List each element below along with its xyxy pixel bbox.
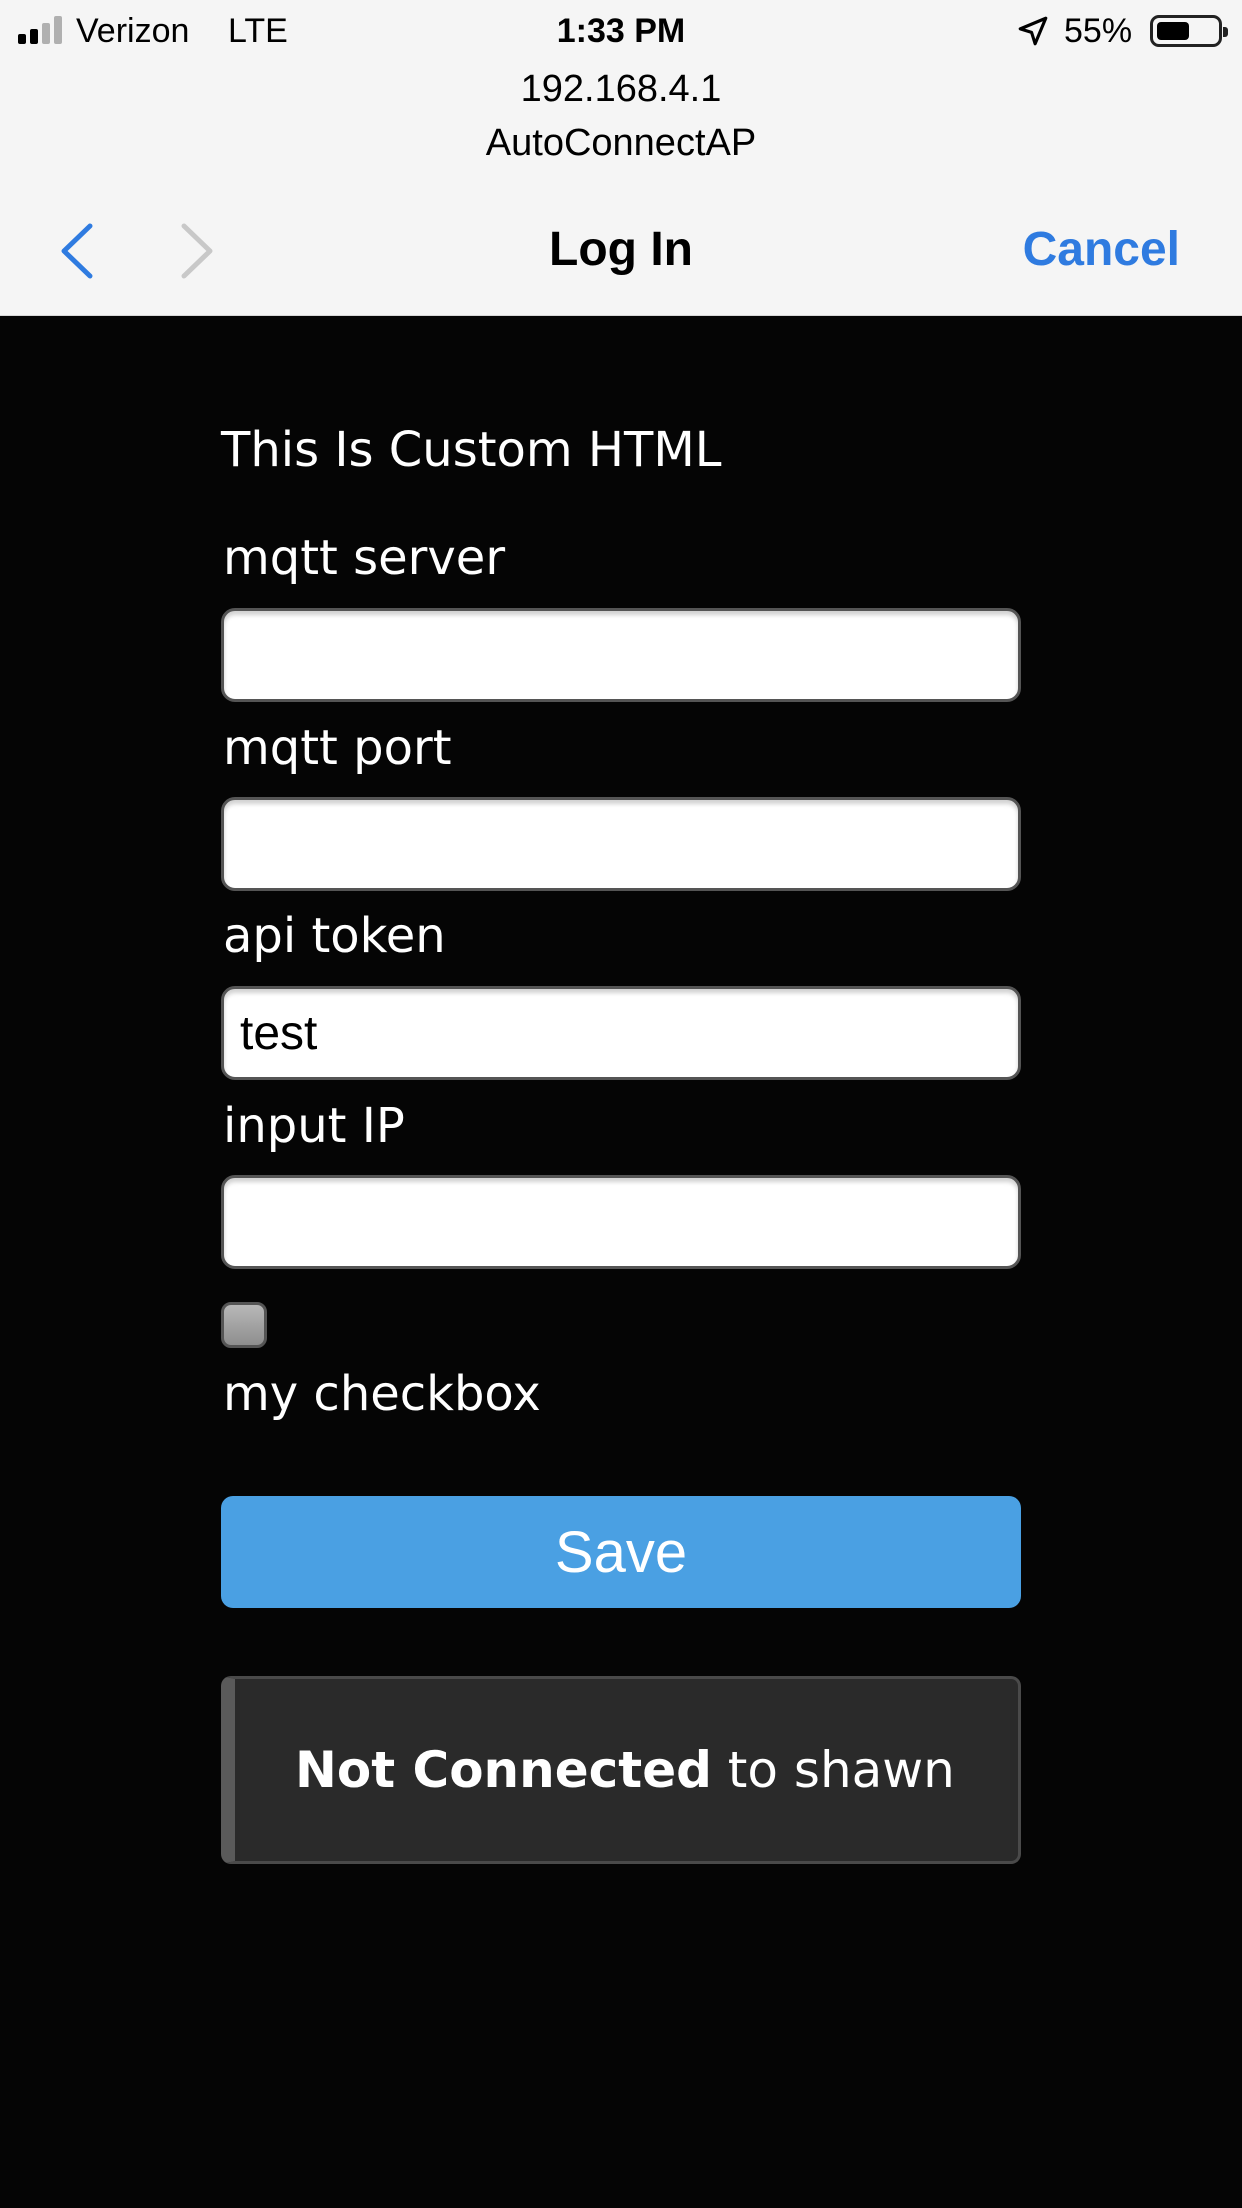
battery-fill [1157,22,1189,40]
my-checkbox-label: my checkbox [223,1366,541,1422]
cancel-button[interactable]: Cancel [1023,222,1180,277]
mqtt-port-label: mqtt port [223,720,452,776]
browser-chrome: Verizon LTE 1:33 PM 55% 192.168.4.1 Auto… [0,0,1242,316]
mqtt-server-label: mqtt server [223,530,506,586]
address-url[interactable]: 192.168.4.1 [0,68,1242,111]
my-checkbox[interactable] [221,1302,267,1348]
status-bar: Verizon LTE 1:33 PM 55% [0,0,1242,60]
battery-icon [1150,15,1228,47]
connection-status: Not Connected [295,1741,712,1799]
form-heading: This Is Custom HTML [221,422,722,478]
battery-percent: 55% [1064,12,1133,50]
api-token-input[interactable] [221,986,1021,1080]
site-name: AutoConnectAP [485,122,757,164]
mqtt-port-input[interactable] [221,797,1021,891]
input-ip-label: input IP [223,1098,405,1154]
status-time: 1:33 PM [556,12,686,50]
location-arrow-icon [1018,16,1048,46]
save-button[interactable]: Save [221,1496,1021,1608]
api-token-label: api token [223,908,446,964]
connection-target: to shawn [711,1741,955,1799]
mqtt-server-input[interactable] [221,608,1021,702]
connection-status-notice: Not Connected to shawn [221,1676,1021,1864]
input-ip-input[interactable] [221,1175,1021,1269]
